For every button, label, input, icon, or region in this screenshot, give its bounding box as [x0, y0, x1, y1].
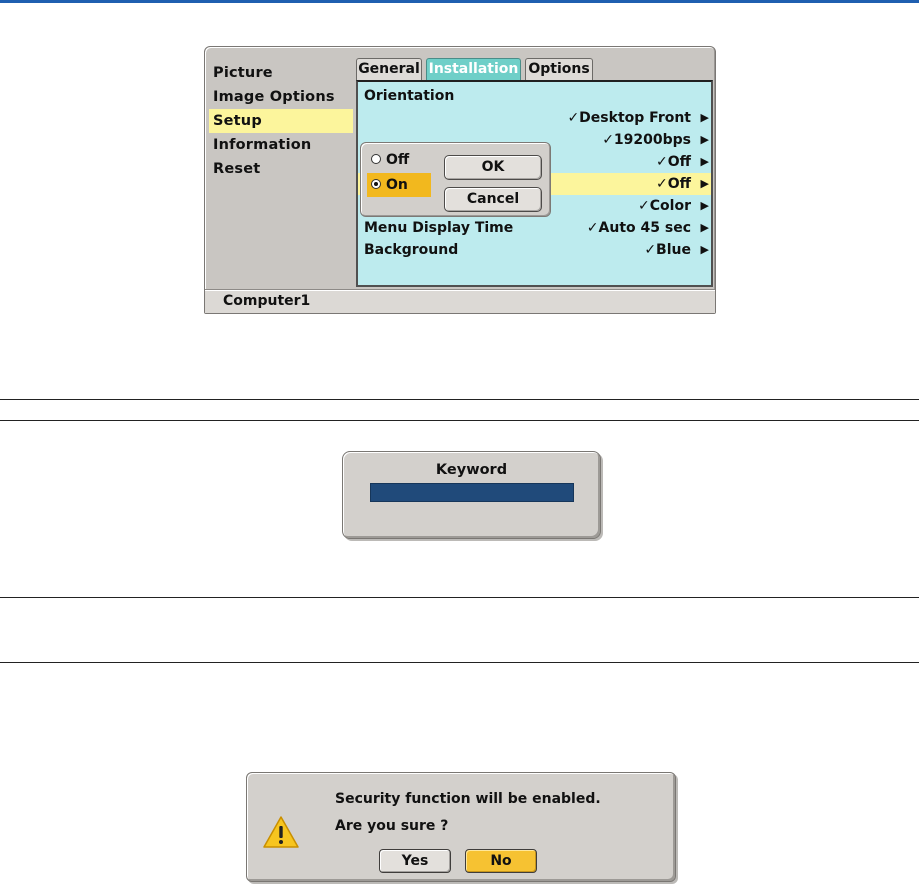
sidebar-item-information[interactable]: Information: [209, 133, 353, 157]
row-value: ✓Color: [638, 198, 691, 214]
row-value: ✓Off: [656, 154, 691, 170]
sidebar-item-picture[interactable]: Picture: [209, 61, 353, 85]
row-background[interactable]: Background ✓Blue ▶: [358, 239, 711, 261]
keyword-title: Keyword: [435, 462, 508, 478]
row-value: ✓Auto 45 sec: [586, 220, 691, 236]
row-orientation-value[interactable]: ✓Desktop Front ▶: [358, 107, 711, 129]
radio-label: On: [386, 177, 408, 193]
menu-sidebar: Picture Image Options Setup Information …: [209, 61, 353, 181]
arrow-right-icon: ▶: [700, 133, 709, 146]
no-button[interactable]: No: [465, 849, 537, 873]
row-value: ✓19200bps: [602, 132, 691, 148]
radio-unchecked-icon: [371, 154, 381, 164]
radio-checked-icon: [371, 179, 381, 189]
on-off-popup: Off On OK Cancel: [360, 142, 551, 217]
row-value: ✓Blue: [644, 242, 691, 258]
keyword-dialog: Keyword: [342, 451, 601, 539]
tab-installation[interactable]: Installation: [426, 58, 521, 80]
row-value: ✓Desktop Front: [567, 110, 691, 126]
arrow-right-icon: ▶: [700, 243, 709, 256]
arrow-right-icon: ▶: [700, 155, 709, 168]
arrow-right-icon: ▶: [700, 177, 709, 190]
sidebar-item-reset[interactable]: Reset: [209, 157, 353, 181]
arrow-right-icon: ▶: [700, 111, 709, 124]
status-bar: Computer1: [205, 289, 715, 313]
radio-on[interactable]: On: [367, 173, 431, 197]
row-value: ✓Off: [656, 176, 691, 192]
sidebar-item-setup[interactable]: Setup: [209, 109, 353, 133]
arrow-right-icon: ▶: [700, 199, 709, 212]
row-menu-display-time[interactable]: Menu Display Time ✓Auto 45 sec ▶: [358, 217, 711, 239]
keyword-input[interactable]: [370, 483, 574, 502]
divider: [0, 597, 919, 598]
top-accent-line: [0, 0, 919, 3]
radio-off[interactable]: Off: [367, 148, 431, 172]
arrow-right-icon: ▶: [700, 221, 709, 234]
ok-button[interactable]: OK: [444, 155, 542, 180]
row-label: Menu Display Time: [364, 220, 514, 236]
divider: [0, 420, 919, 421]
row-orientation[interactable]: Orientation: [358, 85, 711, 107]
warning-icon: [263, 816, 299, 848]
sidebar-item-image-options[interactable]: Image Options: [209, 85, 353, 109]
confirm-message-line2: Are you sure ?: [335, 818, 449, 834]
divider: [0, 399, 919, 400]
row-label: Orientation: [364, 88, 455, 104]
radio-label: Off: [386, 152, 410, 168]
tab-general[interactable]: General: [356, 58, 422, 80]
row-label: Background: [364, 242, 459, 258]
yes-button[interactable]: Yes: [379, 849, 451, 873]
cancel-button[interactable]: Cancel: [444, 187, 542, 212]
security-confirm-dialog: Security function will be enabled. Are y…: [246, 772, 676, 882]
confirm-message-line1: Security function will be enabled.: [335, 791, 601, 807]
divider: [0, 662, 919, 663]
tab-options[interactable]: Options: [525, 58, 593, 80]
